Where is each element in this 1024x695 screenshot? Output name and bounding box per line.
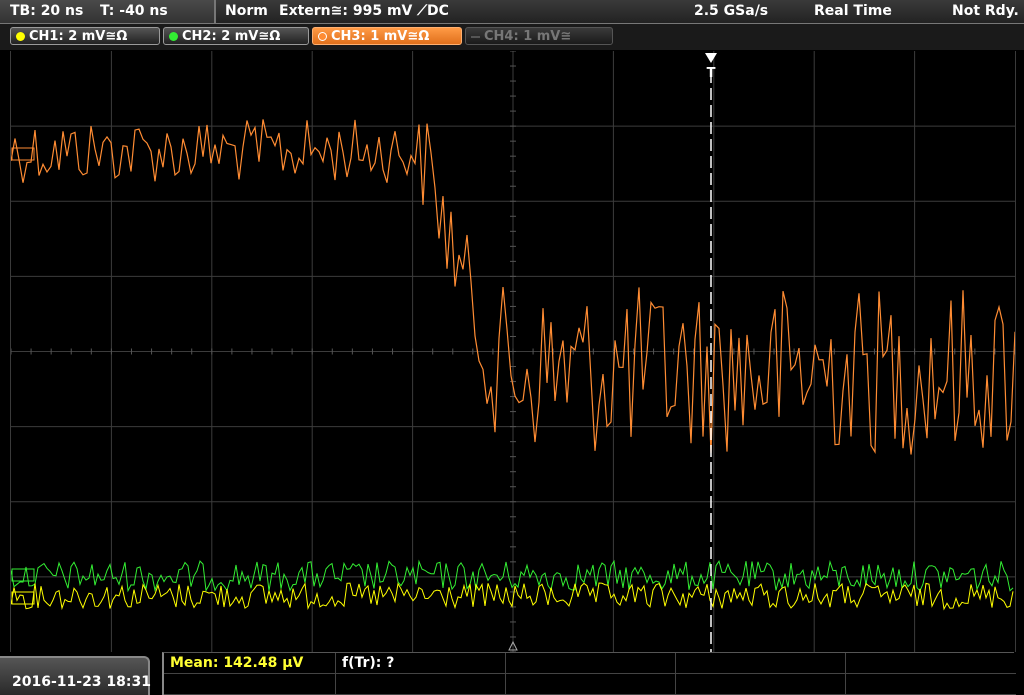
- datetime-box[interactable]: 2016-11-23 18:31: [0, 656, 151, 695]
- ch2-label: CH2: 2 mV≅Ω: [182, 29, 281, 44]
- measure-cell-empty-7[interactable]: [676, 674, 846, 695]
- trigger-mode: Norm: [225, 3, 268, 19]
- trigger-arrow-icon: [705, 53, 717, 63]
- trigger-source: Extern≅: 995 mV ⟋DC: [279, 3, 449, 19]
- measure-cell-empty-5[interactable]: [336, 674, 506, 695]
- tab-ch3[interactable]: CH3: 1 mV≅Ω: [312, 27, 462, 45]
- ch3-label: CH3: 1 mV≅Ω: [331, 29, 430, 44]
- measure-cell-empty-6[interactable]: [506, 674, 676, 695]
- trigger-time-label: T: -40 ns: [100, 3, 168, 19]
- measure-cell-ftr[interactable]: f(Tr): ?: [336, 653, 506, 674]
- graticule-grid: [11, 51, 1015, 652]
- measure-mean: Mean: 142.48 µV: [170, 655, 304, 671]
- measure-cell-empty-1[interactable]: [506, 653, 676, 674]
- measurement-panel[interactable]: Mean: 142.48 µV f(Tr): ?: [162, 652, 1016, 695]
- waveform-display[interactable]: T: [10, 51, 1016, 652]
- channel-bar: CH1: 2 mV≅Ω CH2: 2 mV≅Ω CH3: 1 mV≅Ω CH4:…: [0, 24, 1024, 50]
- ch2-indicator-icon: [169, 32, 178, 41]
- ch2-ref-marker-box: [11, 568, 35, 582]
- bottom-bar: 2016-11-23 18:31 Mean: 142.48 µV f(Tr): …: [0, 652, 1024, 695]
- tab-ch4[interactable]: CH4: 1 mV≅: [465, 27, 613, 45]
- ch4-indicator-icon: [471, 36, 480, 38]
- ch3-ref-marker-box: [11, 147, 35, 161]
- measure-cell-empty-2[interactable]: [676, 653, 846, 674]
- ch1-label: CH1: 2 mV≅Ω: [29, 29, 128, 44]
- status-bar: TB: 20 ns T: -40 ns Norm Extern≅: 995 mV…: [0, 0, 1024, 24]
- sample-rate: 2.5 GSa/s: [694, 3, 769, 19]
- ch4-label: CH4: 1 mV≅: [484, 29, 572, 44]
- measure-cell-empty-3[interactable]: [846, 653, 1016, 674]
- acquisition-strip[interactable]: Norm Extern≅: 995 mV ⟋DC 2.5 GSa/s Real …: [216, 0, 1024, 24]
- timebase-box[interactable]: TB: 20 ns T: -40 ns: [0, 0, 216, 24]
- measure-cell-empty-4[interactable]: [164, 674, 336, 695]
- measure-cell-mean[interactable]: Mean: 142.48 µV: [164, 653, 336, 674]
- tab-ch1[interactable]: CH1: 2 mV≅Ω: [10, 27, 160, 45]
- ch1-indicator-icon: [16, 32, 25, 41]
- ch2-ref-marker: [11, 568, 35, 582]
- run-status: Not Rdy.: [952, 3, 1019, 19]
- tab-ch2[interactable]: CH2: 2 mV≅Ω: [163, 27, 309, 45]
- trigger-marker-label: T: [707, 66, 716, 81]
- timebase-label: TB: 20 ns: [10, 3, 84, 19]
- measure-cell-empty-8[interactable]: [846, 674, 1016, 695]
- ch3-ref-marker: [11, 147, 35, 161]
- ch3-indicator-icon: [318, 32, 327, 41]
- acquisition-mode: Real Time: [814, 3, 892, 19]
- datetime-label: 2016-11-23 18:31: [12, 674, 151, 690]
- waveform-canvas[interactable]: T: [11, 51, 1015, 652]
- measure-ftr: f(Tr): ?: [342, 655, 395, 671]
- ch2-trace: [11, 559, 1014, 593]
